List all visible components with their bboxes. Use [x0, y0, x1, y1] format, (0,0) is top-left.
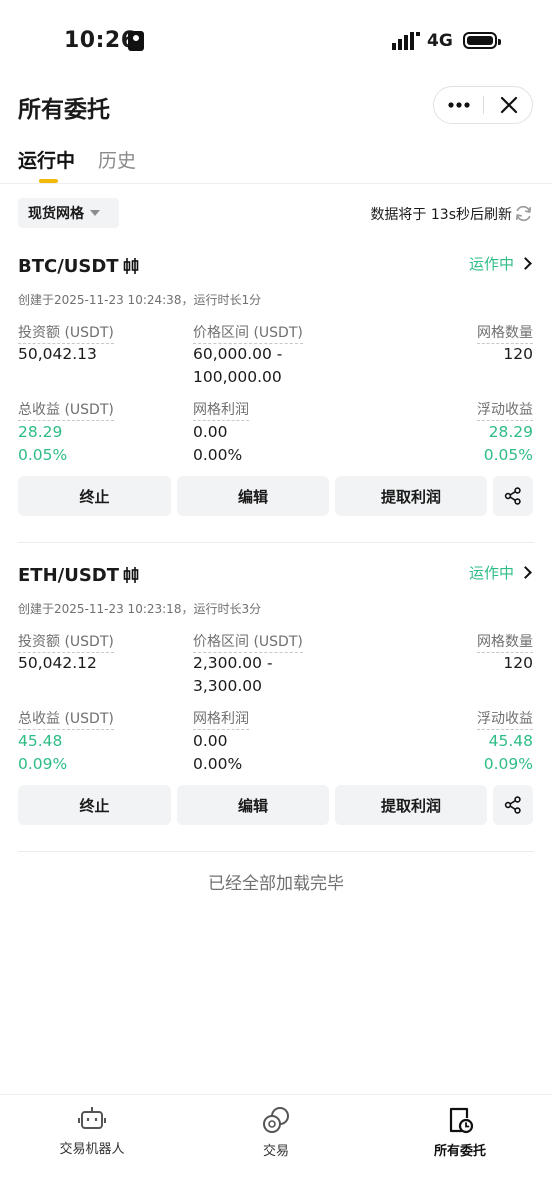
withdraw-profit-button[interactable]: 提取利润: [335, 476, 487, 516]
grid-count-value: 120: [503, 654, 533, 672]
stop-button[interactable]: 终止: [18, 476, 171, 516]
status-text: 运作中: [468, 564, 514, 582]
id-card-icon: [128, 31, 144, 51]
grid-count-label: 网格数量: [477, 322, 533, 344]
floating-profit-percent: 0.09%: [483, 755, 533, 773]
refresh-countdown: 数据将于 13s秒后刷新: [370, 207, 512, 223]
investment-label: 投资额 (USDT): [18, 631, 114, 653]
grid-profit-label: 网格利润: [193, 399, 249, 421]
grid-profit-percent: 0.00%: [193, 446, 243, 464]
card-divider: [18, 542, 534, 543]
created-time: 创建于2025-11-23 10:23:18，运行时长3分: [18, 602, 262, 616]
grid-order-card: ETH/USDT 运作中 创建于2025-11-23 10:23:18，运行时长…: [0, 545, 552, 835]
floating-profit-value: 45.48: [488, 732, 533, 750]
share-icon: [504, 796, 521, 814]
total-profit-label: 总收益 (USDT): [18, 708, 114, 730]
robot-icon: [78, 1107, 106, 1129]
floating-profit-label: 浮动收益: [477, 399, 533, 421]
trade-icon: [263, 1107, 289, 1133]
edit-button[interactable]: 编辑: [177, 476, 329, 516]
edit-button[interactable]: 编辑: [177, 785, 329, 825]
investment-value: 50,042.13: [18, 345, 97, 363]
status-time: 10:26: [64, 28, 137, 53]
candlestick-icon[interactable]: [123, 257, 139, 275]
battery-icon: [463, 32, 501, 49]
stop-button[interactable]: 终止: [18, 785, 171, 825]
trading-pair: BTC/USDT: [18, 256, 119, 277]
order-status-link[interactable]: 运作中: [468, 562, 532, 583]
filter-label: 现货网格: [28, 206, 84, 222]
card-divider: [18, 851, 534, 852]
grid-profit-percent: 0.00%: [193, 755, 243, 773]
order-status-link[interactable]: 运作中: [468, 253, 532, 274]
nav-label: 交易机器人: [59, 1142, 125, 1157]
bottom-nav-divider: [0, 1094, 552, 1095]
tabs-divider: [0, 183, 552, 184]
page-title: 所有委托: [18, 97, 110, 123]
trading-pair: ETH/USDT: [18, 565, 120, 586]
price-range-low: 60,000.00 -: [193, 345, 283, 363]
orders-icon: [449, 1107, 474, 1134]
more-icon: [447, 102, 470, 108]
investment-value: 50,042.12: [18, 654, 97, 672]
pill-divider: [483, 96, 484, 114]
grid-profit-label: 网格利润: [193, 708, 249, 730]
share-icon: [504, 487, 521, 505]
nav-trade[interactable]: 交易: [184, 1100, 368, 1170]
price-range-high: 100,000.00: [193, 368, 282, 386]
nav-trading-bot[interactable]: 交易机器人: [0, 1100, 184, 1170]
share-button[interactable]: [493, 476, 533, 516]
floating-profit-label: 浮动收益: [477, 708, 533, 730]
share-button[interactable]: [493, 785, 533, 825]
caret-down-icon: [90, 210, 100, 216]
nav-all-orders[interactable]: 所有委托: [368, 1100, 552, 1170]
price-range-label: 价格区间 (USDT): [193, 631, 303, 653]
more-button[interactable]: [434, 87, 483, 123]
tab-history[interactable]: 历史: [98, 146, 136, 173]
network-label: 4G: [427, 31, 453, 51]
investment-label: 投资额 (USDT): [18, 322, 114, 344]
total-profit-value: 28.29: [18, 423, 63, 441]
total-profit-percent: 0.05%: [18, 446, 68, 464]
nav-label: 所有委托: [433, 1144, 486, 1159]
total-profit-label: 总收益 (USDT): [18, 399, 114, 421]
filter-dropdown[interactable]: 现货网格: [18, 198, 119, 228]
chevron-right-icon: [519, 257, 532, 270]
floating-profit-value: 28.29: [488, 423, 533, 441]
price-range-low: 2,300.00 -: [193, 654, 273, 672]
grid-order-card: BTC/USDT 运作中 创建于2025-11-23 10:24:38，运行时长…: [0, 236, 552, 526]
close-button[interactable]: [485, 87, 532, 123]
refresh-icon[interactable]: [514, 204, 533, 223]
close-icon: [500, 96, 517, 114]
grid-profit-value: 0.00: [193, 423, 228, 441]
grid-count-value: 120: [503, 345, 533, 363]
status-text: 运作中: [468, 255, 514, 273]
header-actions: [433, 86, 533, 124]
tab-running[interactable]: 运行中: [18, 146, 75, 173]
nav-label: 交易: [262, 1144, 289, 1159]
signal-icon: [392, 32, 420, 50]
price-range-label: 价格区间 (USDT): [193, 322, 303, 344]
withdraw-profit-button[interactable]: 提取利润: [335, 785, 487, 825]
grid-profit-value: 0.00: [193, 732, 228, 750]
chevron-right-icon: [519, 566, 532, 579]
total-profit-value: 45.48: [18, 732, 63, 750]
price-range-high: 3,300.00: [193, 677, 263, 695]
total-profit-percent: 0.09%: [18, 755, 68, 773]
candlestick-icon[interactable]: [123, 566, 139, 584]
grid-count-label: 网格数量: [477, 631, 533, 653]
created-time: 创建于2025-11-23 10:24:38，运行时长1分: [18, 293, 262, 307]
all-loaded-message: 已经全部加载完毕: [208, 874, 344, 894]
floating-profit-percent: 0.05%: [483, 446, 533, 464]
